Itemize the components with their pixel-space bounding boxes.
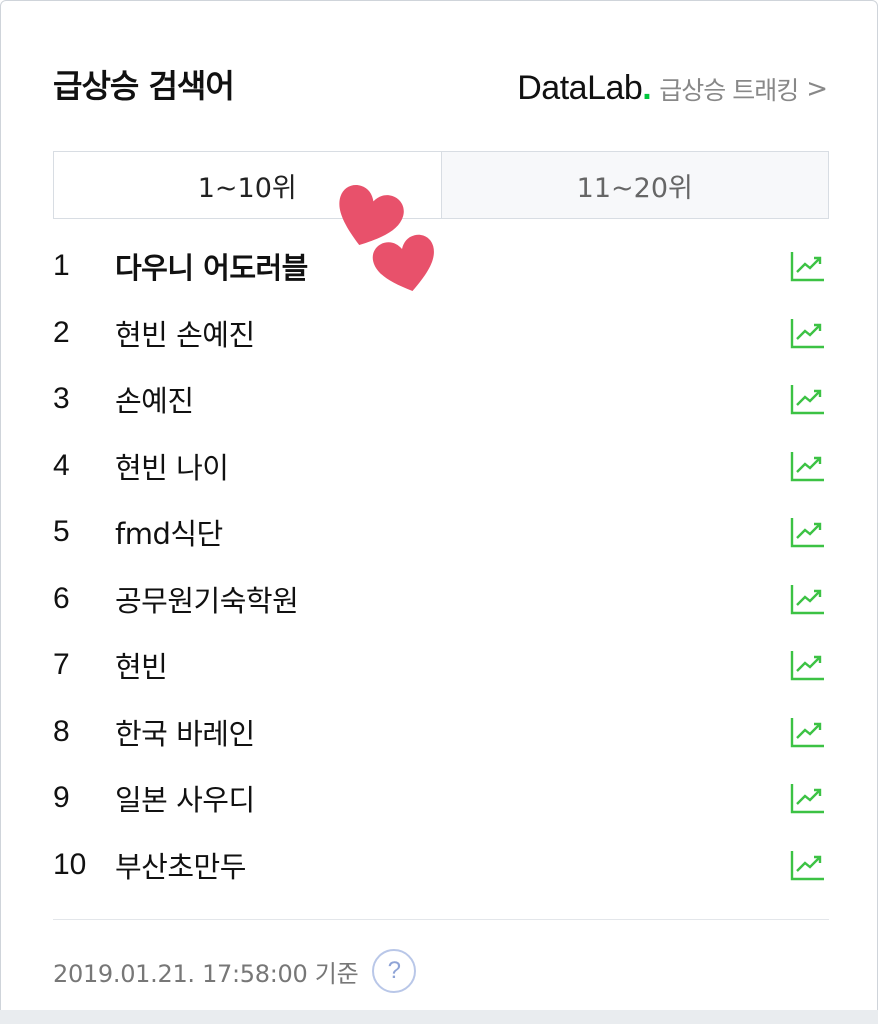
ranking-row[interactable]: 8 한국 바레인 xyxy=(53,699,829,766)
ranking-keyword[interactable]: 현빈 xyxy=(115,644,168,686)
ranking-row[interactable]: 5 fmd식단 xyxy=(53,499,829,566)
chevron-right-icon: > xyxy=(806,74,828,104)
ranking-keyword[interactable]: 한국 바레인 xyxy=(115,711,255,753)
trend-chart-icon[interactable] xyxy=(789,449,827,483)
ranking-keyword[interactable]: 일본 사우디 xyxy=(115,777,255,819)
rank-number: 10 xyxy=(53,847,87,881)
tab-rank-11-20[interactable]: 11~20위 xyxy=(440,152,828,218)
panel-footer: 2019.01.21. 17:58:00 기준 ? xyxy=(53,949,417,993)
trend-chart-icon[interactable] xyxy=(789,382,827,416)
ranking-row[interactable]: 6 공무원기숙학원 xyxy=(53,566,829,633)
tracking-link-label: 급상승 트래킹 xyxy=(659,76,799,105)
rank-number: 7 xyxy=(53,648,70,682)
trend-chart-icon[interactable] xyxy=(789,316,827,350)
trend-chart-icon[interactable] xyxy=(789,781,827,815)
ranking-keyword[interactable]: 부산초만두 xyxy=(115,844,246,886)
ranking-keyword[interactable]: 현빈 손예진 xyxy=(115,312,255,354)
panel-title: 급상승 검색어 xyxy=(53,67,235,105)
rank-range-tabs: 1~10위 11~20위 xyxy=(53,151,829,219)
ranking-keyword[interactable]: 손예진 xyxy=(115,378,194,420)
ranking-row[interactable]: 4 현빈 나이 xyxy=(53,433,829,500)
datalab-logo: DataLab. xyxy=(517,69,652,107)
trend-chart-icon[interactable] xyxy=(789,582,827,616)
rank-number: 2 xyxy=(53,315,70,349)
trend-chart-icon[interactable] xyxy=(789,249,827,283)
ranking-list: 1 다우니 어도러블 2 현빈 손예진 3 손예진 4 현빈 나이 5 fmd식… xyxy=(53,233,829,898)
ranking-keyword[interactable]: 공무원기숙학원 xyxy=(115,578,299,620)
rank-number: 1 xyxy=(53,249,70,283)
ranking-row[interactable]: 1 다우니 어도러블 xyxy=(53,233,829,300)
datalab-tracking-link[interactable]: DataLab. 급상승 트래킹 > xyxy=(517,69,828,108)
rank-number: 6 xyxy=(53,581,70,615)
ranking-row[interactable]: 3 손예진 xyxy=(53,366,829,433)
trend-chart-icon[interactable] xyxy=(789,848,827,882)
ranking-row[interactable]: 2 현빈 손예진 xyxy=(53,300,829,367)
ranking-row[interactable]: 10 부산초만두 xyxy=(53,832,829,899)
trend-chart-icon[interactable] xyxy=(789,515,827,549)
update-timestamp: 2019.01.21. 17:58:00 기준 xyxy=(53,959,359,988)
rank-number: 9 xyxy=(53,781,70,815)
rank-number: 5 xyxy=(53,515,70,549)
ranking-row[interactable]: 7 현빈 xyxy=(53,632,829,699)
rank-number: 8 xyxy=(53,714,70,748)
ranking-keyword[interactable]: 현빈 나이 xyxy=(115,445,229,487)
ranking-keyword[interactable]: fmd식단 xyxy=(115,511,223,553)
ranking-row[interactable]: 9 일본 사우디 xyxy=(53,765,829,832)
footer-divider xyxy=(53,919,829,920)
realtime-search-panel: 급상승 검색어 DataLab. 급상승 트래킹 > 1~10위 11~20위 … xyxy=(0,0,878,1024)
help-icon[interactable]: ? xyxy=(372,949,417,993)
ranking-keyword[interactable]: 다우니 어도러블 xyxy=(115,245,308,287)
rank-number: 3 xyxy=(53,382,70,416)
screenshot-bottom-edge xyxy=(0,1010,878,1024)
rank-number: 4 xyxy=(53,448,70,482)
trend-chart-icon[interactable] xyxy=(789,715,827,749)
trend-chart-icon[interactable] xyxy=(789,648,827,682)
